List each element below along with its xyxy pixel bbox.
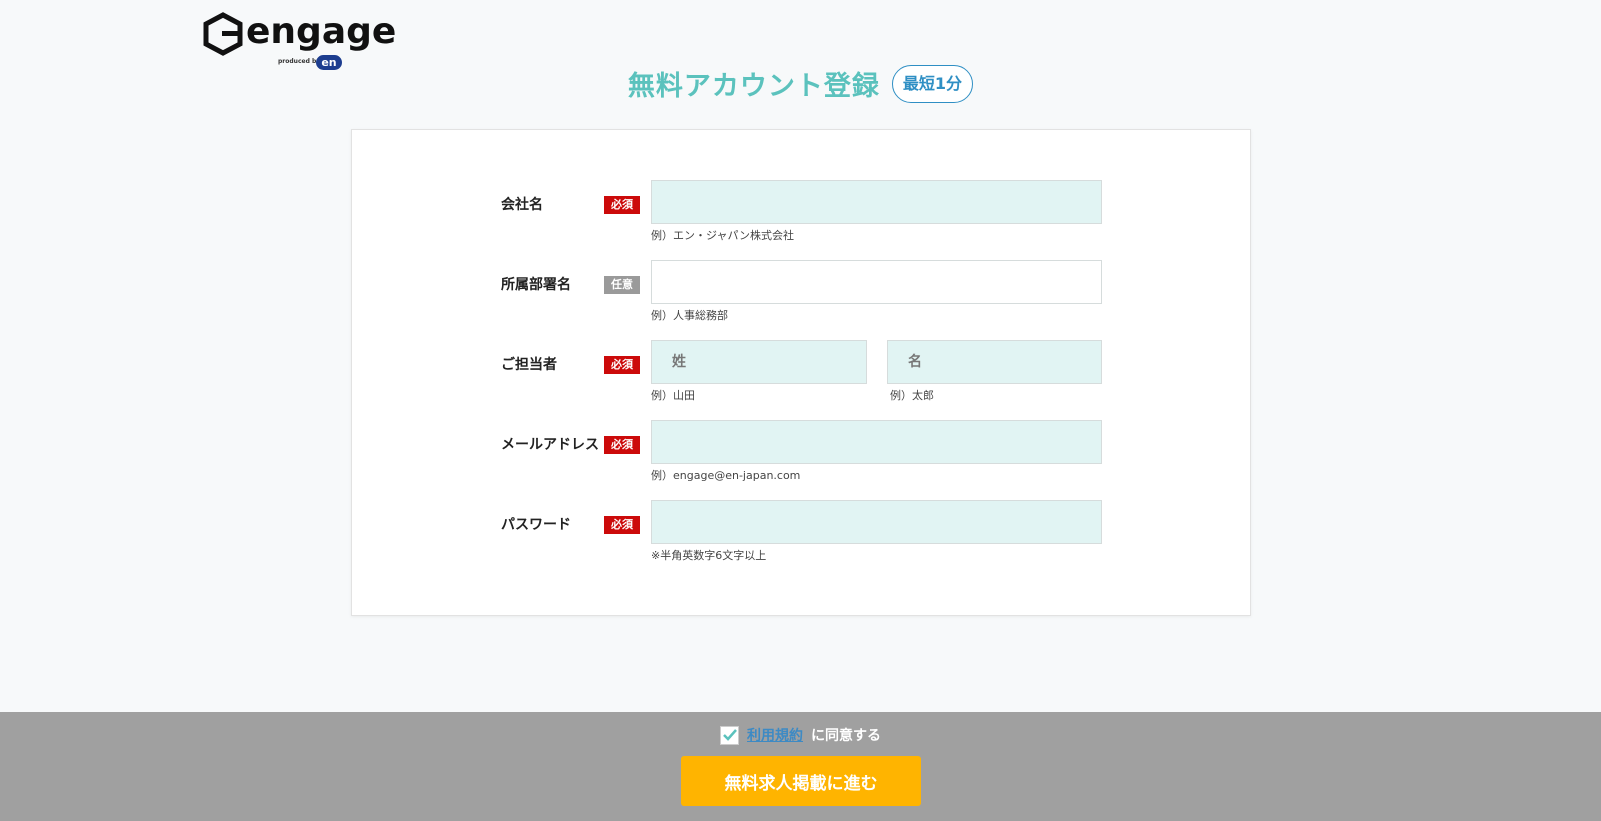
company-label: 会社名 (501, 197, 543, 213)
password-input[interactable] (651, 500, 1102, 544)
time-badge: 最短1分 (891, 64, 974, 103)
checkmark-icon (722, 729, 737, 741)
footer-bar: 利用規約 に同意する 無料求人掲載に進む (0, 712, 1601, 821)
agree-checkbox[interactable] (720, 725, 739, 745)
company-row: 会社名 必須 例）エン・ジャパン株式会社 (352, 180, 1252, 242)
required-badge: 必須 (604, 356, 640, 374)
password-hint: ※半角英数字6文字以上 (651, 549, 767, 562)
contact-row: ご担当者 必須 姓 名 例）山田 例）太郎 (352, 340, 1252, 402)
password-label: パスワード (501, 517, 571, 533)
last-name-input[interactable]: 姓 (651, 340, 867, 384)
required-badge: 必須 (604, 196, 640, 214)
email-input[interactable] (651, 420, 1102, 464)
title-row: 無料アカウント登録 最短1分 (0, 64, 1601, 103)
optional-badge: 任意 (604, 276, 640, 294)
first-name-hint: 例）太郎 (890, 389, 934, 402)
submit-button[interactable]: 無料求人掲載に進む (681, 756, 921, 806)
password-row: パスワード 必須 ※半角英数字6文字以上 (352, 500, 1252, 562)
required-badge: 必須 (604, 436, 640, 454)
hexagon-logo-icon (203, 12, 243, 56)
required-badge: 必須 (604, 516, 640, 534)
department-label: 所属部署名 (501, 277, 571, 293)
department-input[interactable] (651, 260, 1102, 304)
agree-text: に同意する (811, 728, 881, 744)
email-label: メールアドレス (501, 437, 599, 453)
email-row: メールアドレス 必須 例）engage@en-japan.com (352, 420, 1252, 482)
email-hint: 例）engage@en-japan.com (651, 469, 801, 482)
first-name-input[interactable]: 名 (887, 340, 1102, 384)
page-title: 無料アカウント登録 (627, 71, 880, 102)
contact-label: ご担当者 (501, 357, 557, 373)
logo-wordmark: engage (246, 11, 397, 52)
company-hint: 例）エン・ジャパン株式会社 (651, 229, 794, 242)
terms-agreement: 利用規約 に同意する (0, 725, 1601, 745)
registration-form-card: 会社名 必須 例）エン・ジャパン株式会社 所属部署名 任意 例）人事総務部 ご担… (351, 129, 1251, 616)
terms-link[interactable]: 利用規約 (747, 725, 803, 745)
department-row: 所属部署名 任意 例）人事総務部 (352, 260, 1252, 322)
department-hint: 例）人事総務部 (651, 309, 728, 322)
company-input[interactable] (651, 180, 1102, 224)
last-name-hint: 例）山田 (651, 389, 695, 402)
engage-logo[interactable]: engage produced by en (202, 10, 412, 72)
